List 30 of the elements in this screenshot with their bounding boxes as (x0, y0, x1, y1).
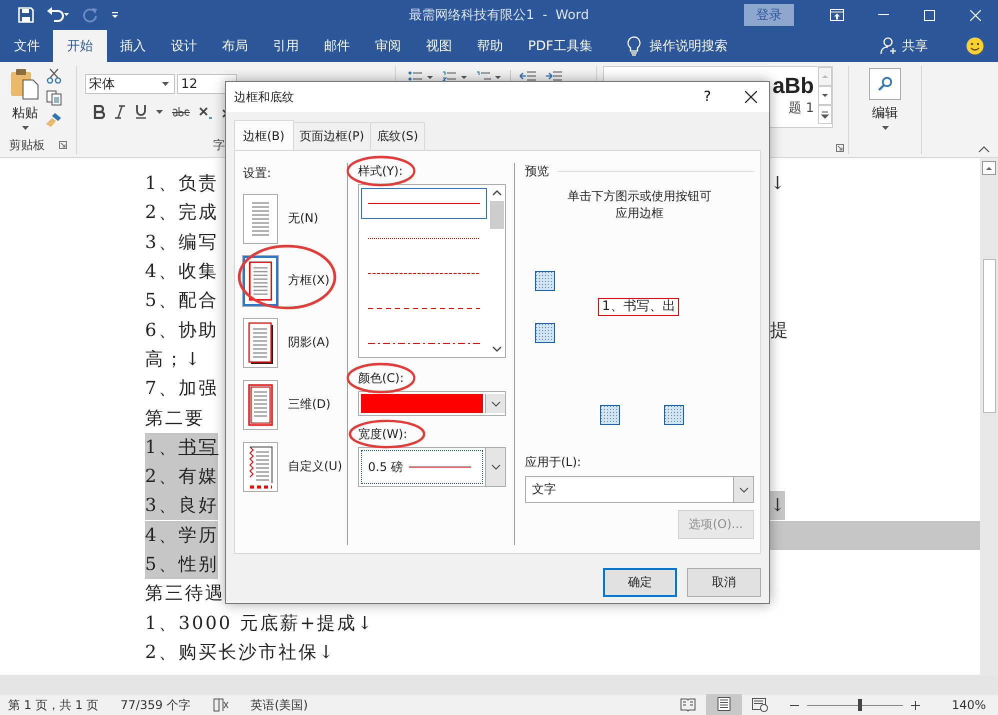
document-line: 2、完成 (145, 201, 218, 226)
settings-label: 设置: (243, 165, 272, 182)
group-label: 字 (213, 136, 225, 154)
style-sample: aBb (772, 73, 814, 99)
color-label: 颜色(C): (358, 370, 404, 387)
preview-hint: 单击下方图示或使用按钮可 (568, 188, 712, 205)
document-line: 4、收集 (145, 260, 218, 284)
style-label: 样式(Y): (358, 163, 403, 180)
document-line: 2、购买长沙市社保↓ (145, 640, 336, 665)
window-title: 最需网络科技有限公1 - Word (409, 7, 589, 24)
apply-to-label: 应用于(L): (525, 454, 582, 471)
document-line: 1、3000 元底薪+提成↓ (145, 612, 374, 636)
preview-sample-text: 1、书写、出 (598, 298, 680, 316)
document-text-fragment: 提 (770, 318, 788, 343)
document-line: 6、协助 (145, 318, 218, 343)
document-line: 3、编写 (145, 230, 218, 255)
group-label: 剪贴板 (9, 136, 45, 154)
document-line: 高；↓ (145, 348, 202, 372)
style-name: 题 1 (788, 100, 814, 117)
document-line: 5、配合 (145, 289, 218, 314)
document-line: 7、加强 (145, 377, 218, 402)
document-line: 第三待遇 (145, 582, 225, 606)
preview-label: 预览 (525, 163, 549, 180)
document-line: 1、负责 (145, 172, 218, 196)
preview-hint: 应用边框 (616, 205, 664, 222)
dialog-title: 边框和底纹 (234, 88, 294, 106)
document-text-fragment: ↓ (770, 172, 786, 196)
document-text-fragment: ↓ (770, 491, 786, 520)
document-line: 第二要 (145, 406, 205, 431)
width-label: 宽度(W): (358, 426, 408, 443)
